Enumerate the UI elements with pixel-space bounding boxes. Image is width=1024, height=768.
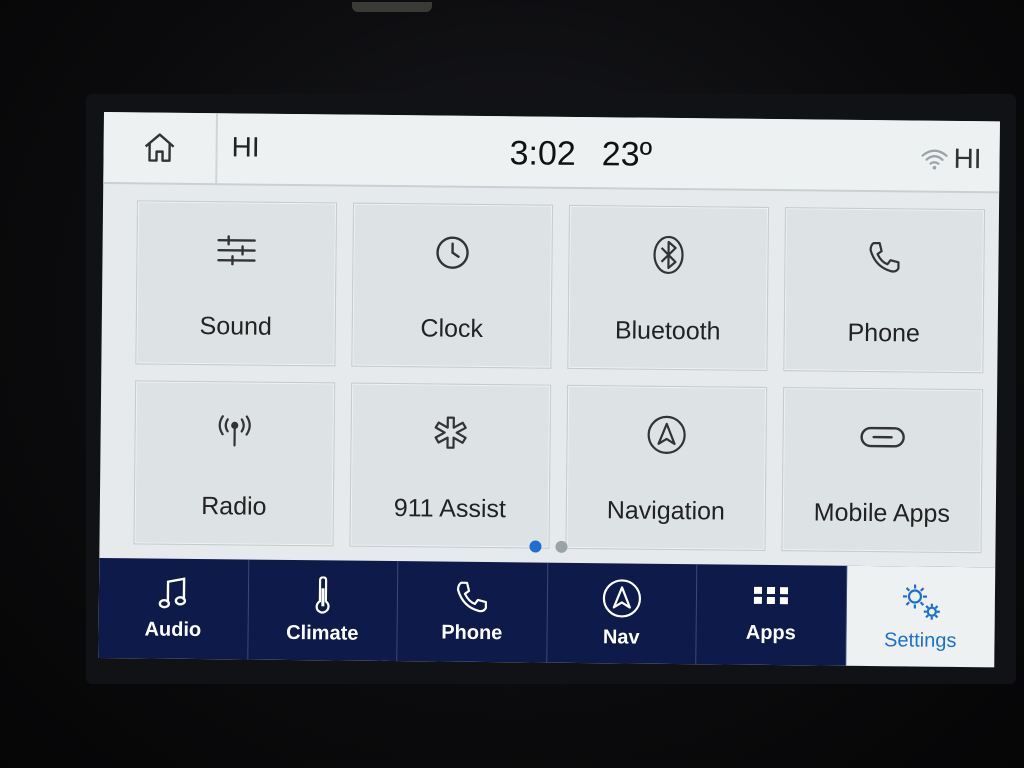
tile-label: Mobile Apps <box>813 498 951 528</box>
nav-apps[interactable]: Apps <box>696 564 847 666</box>
tile-phone[interactable]: Phone <box>783 207 986 374</box>
sliders-icon <box>217 235 256 266</box>
tile-bluetooth[interactable]: Bluetooth <box>567 204 770 371</box>
hvac-left-setting: HI <box>231 131 260 163</box>
hvac-right-setting: HI <box>953 142 982 175</box>
tile-mobile-apps[interactable]: Mobile Apps <box>781 387 984 554</box>
time-temp-group: 3:02 23º <box>509 134 652 174</box>
nav-label: Settings <box>884 628 957 652</box>
link-icon <box>860 426 905 448</box>
nav-label: Climate <box>286 621 359 645</box>
tile-label: Bluetooth <box>614 316 721 346</box>
tile-label: Sound <box>199 312 273 341</box>
tile-sound[interactable]: Sound <box>135 200 338 367</box>
tile-radio[interactable]: Radio <box>133 380 336 547</box>
tile-clock[interactable]: Clock <box>351 202 554 369</box>
outside-temperature: 23º <box>601 135 653 174</box>
tile-911-assist[interactable]: 911 Assist <box>349 382 552 549</box>
nav-label: Phone <box>441 621 503 644</box>
settings-grid: Sound Clock Bluetooth Phone Radio 911 As… <box>133 200 1000 569</box>
page-dot-active[interactable] <box>529 540 542 553</box>
nav-climate[interactable]: Climate <box>247 559 399 662</box>
radio-antenna-icon <box>218 415 251 447</box>
phone-icon <box>457 581 488 612</box>
page-indicator <box>529 540 568 553</box>
tile-label: Clock <box>420 314 484 343</box>
tile-label: Navigation <box>606 496 726 526</box>
phone-icon <box>869 241 900 273</box>
tile-label: Phone <box>847 318 921 348</box>
wifi-icon <box>921 149 948 170</box>
tile-navigation[interactable]: Navigation <box>565 384 768 551</box>
bezel-clip <box>352 2 432 12</box>
nav-label: Nav <box>602 625 640 649</box>
clock-icon <box>436 236 469 269</box>
navigation-arrow-icon <box>602 578 641 618</box>
home-icon <box>144 133 175 162</box>
tile-label: 911 Assist <box>393 494 507 524</box>
nav-audio[interactable]: Audio <box>98 557 249 660</box>
nav-nav[interactable]: Nav <box>546 562 698 665</box>
bluetooth-icon <box>653 235 684 275</box>
gears-icon <box>902 584 940 620</box>
clock-time: 3:02 <box>509 134 576 173</box>
nav-label: Audio <box>144 617 202 641</box>
music-note-icon <box>158 576 187 608</box>
status-bar: HI 3:02 23º HI <box>103 112 1000 194</box>
apps-grid-icon <box>754 586 789 604</box>
navigation-arrow-icon <box>647 415 686 455</box>
bottom-nav-bar: Audio Climate Phone Nav Apps Settings <box>98 557 996 668</box>
home-button[interactable] <box>103 112 218 184</box>
status-right-group: HI <box>919 142 982 176</box>
nav-settings[interactable]: Settings <box>845 565 996 668</box>
thermometer-icon <box>315 575 330 614</box>
infotainment-screen: HI 3:02 23º HI Sound Clock Bluetooth Pho… <box>98 112 1000 668</box>
star-of-life-icon <box>434 416 467 449</box>
nav-label: Apps <box>745 621 796 644</box>
nav-phone[interactable]: Phone <box>397 561 548 663</box>
tile-label: Radio <box>201 492 267 521</box>
page-dot[interactable] <box>555 540 568 553</box>
